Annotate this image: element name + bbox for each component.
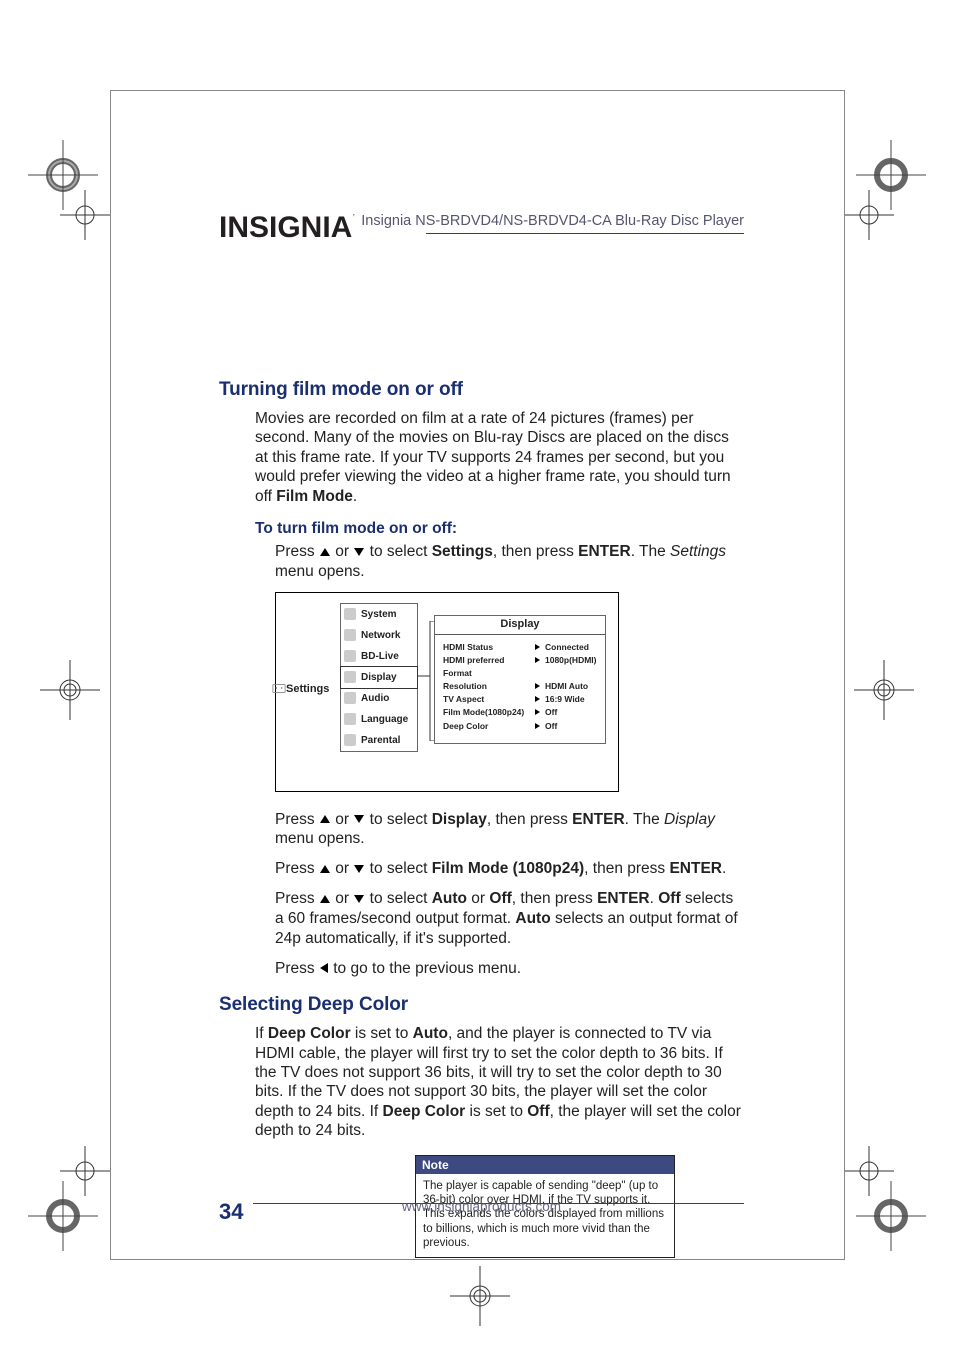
crop-mark-icon xyxy=(844,190,894,240)
crop-mark-icon xyxy=(844,1146,894,1196)
audio-icon xyxy=(344,692,356,704)
settings-screenshot-figure: Settings System Network BD-Live Display … xyxy=(275,592,619,792)
crop-mark-icon xyxy=(60,190,110,240)
footer-url: www.insigniaproducts.com xyxy=(219,1199,744,1214)
menu-item-display: Display xyxy=(340,666,418,689)
menu-item-bdlive: BD-Live xyxy=(341,646,417,667)
step-5: Press to go to the previous menu. xyxy=(275,959,744,979)
step-2: Press or to select Display, then press E… xyxy=(275,810,744,850)
up-arrow-icon xyxy=(320,895,330,903)
down-arrow-icon xyxy=(354,865,364,873)
system-icon xyxy=(344,608,356,620)
panel-row: Deep ColorOff xyxy=(443,720,599,733)
callout-line xyxy=(418,621,434,741)
brand-logo: INSIGNIA™ xyxy=(219,211,358,245)
bdlive-icon xyxy=(344,650,356,662)
procedure-heading: To turn film mode on or off: xyxy=(255,520,744,538)
page-number: 34 xyxy=(219,1199,253,1225)
film-mode-intro: Movies are recorded on film at a rate of… xyxy=(255,409,744,506)
up-arrow-icon xyxy=(320,865,330,873)
deep-color-body: If Deep Color is set to Auto, and the pl… xyxy=(255,1024,744,1140)
crop-mark-icon xyxy=(854,660,914,720)
step-3: Press or to select Film Mode (1080p24), … xyxy=(275,859,744,879)
display-icon xyxy=(344,671,356,683)
left-arrow-icon xyxy=(320,963,328,973)
up-arrow-icon xyxy=(320,815,330,823)
down-arrow-icon xyxy=(354,815,364,823)
menu-item-system: System xyxy=(341,604,417,625)
crop-mark-icon xyxy=(60,1146,110,1196)
panel-row: ResolutionHDMI Auto xyxy=(443,680,599,693)
down-arrow-icon xyxy=(354,548,364,556)
step-4: Press or to select Auto or Off, then pre… xyxy=(275,889,744,948)
menu-item-audio: Audio xyxy=(341,688,417,709)
page-footer: www.insigniaproducts.com 34 xyxy=(219,1203,744,1227)
display-panel: Display HDMI StatusConnected HDMI prefer… xyxy=(434,615,606,744)
panel-row: HDMI preferred Format1080p(HDMI) xyxy=(443,654,599,680)
section-title-deep-color: Selecting Deep Color xyxy=(219,994,744,1016)
section-title-film-mode: Turning film mode on or off xyxy=(219,379,744,401)
step-1: Press or to select Settings, then press … xyxy=(275,542,744,582)
down-arrow-icon xyxy=(354,895,364,903)
language-icon xyxy=(344,713,356,725)
settings-icon xyxy=(272,681,286,695)
header-rule xyxy=(426,233,744,234)
crop-mark-icon xyxy=(40,660,100,720)
note-title: Note xyxy=(416,1156,674,1174)
menu-item-network: Network xyxy=(341,625,417,646)
parental-icon xyxy=(344,734,356,746)
menu-item-language: Language xyxy=(341,709,417,730)
display-panel-title: Display xyxy=(435,616,605,635)
menu-item-parental: Parental xyxy=(341,730,417,751)
up-arrow-icon xyxy=(320,548,330,556)
product-name: Insignia NS-BRDVD4/NS-BRDVD4-CA Blu-Ray … xyxy=(355,213,744,229)
panel-row: Film Mode(1080p24)Off xyxy=(443,706,599,719)
settings-root-label: Settings xyxy=(286,683,329,695)
panel-row: TV Aspect16:9 Wide xyxy=(443,693,599,706)
page-content-frame: INSIGNIA™ Insignia NS-BRDVD4/NS-BRDVD4-C… xyxy=(110,90,845,1260)
network-icon xyxy=(344,629,356,641)
panel-row: HDMI StatusConnected xyxy=(443,641,599,654)
settings-menu: System Network BD-Live Display Audio Lan… xyxy=(340,603,418,752)
